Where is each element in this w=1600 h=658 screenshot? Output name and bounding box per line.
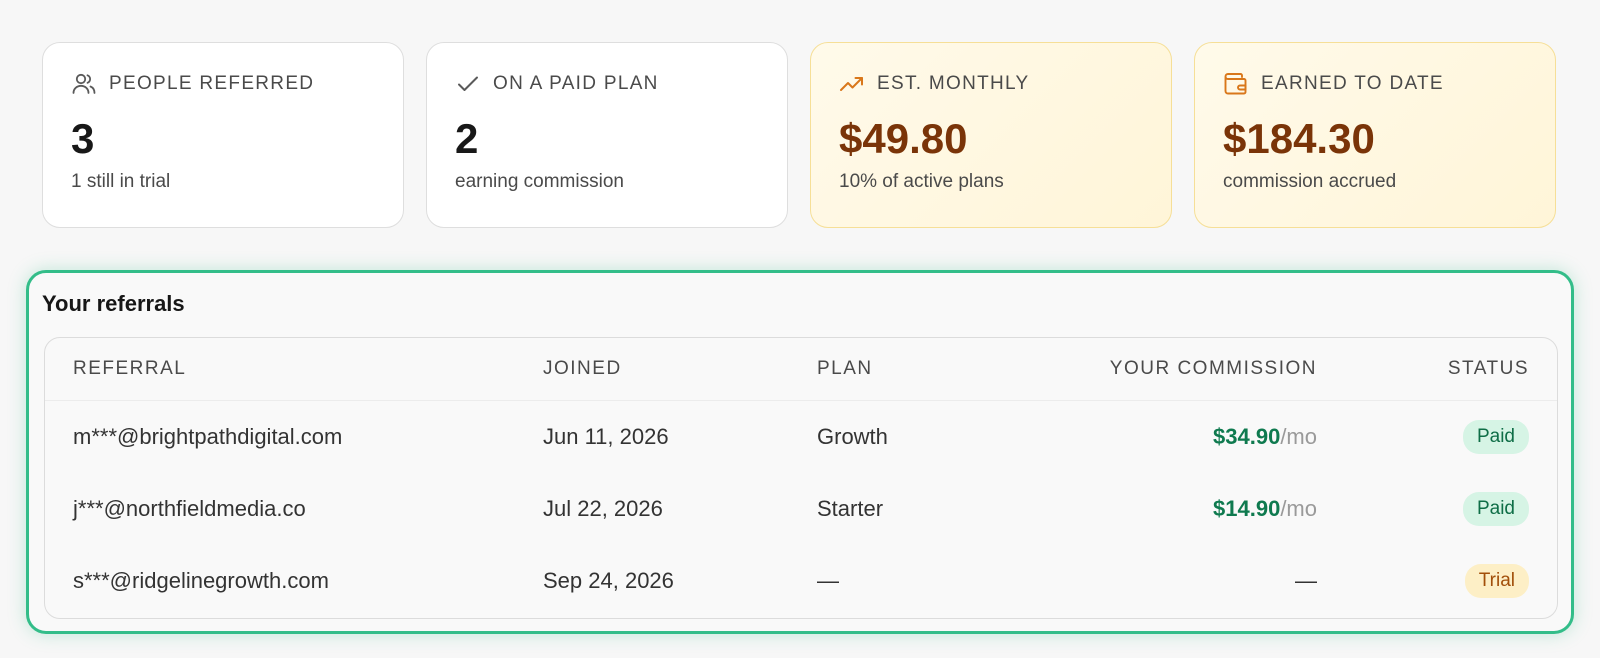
stat-card-people-referred: PEOPLE REFERRED 3 1 still in trial bbox=[42, 42, 404, 228]
joined-date: Jun 11, 2026 bbox=[543, 424, 669, 449]
stat-label: PEOPLE REFERRED bbox=[109, 73, 315, 94]
joined-date: Sep 24, 2026 bbox=[543, 568, 674, 593]
stat-value: $184.30 bbox=[1223, 115, 1375, 162]
plan-name: Growth bbox=[817, 424, 888, 449]
referrals-table: REFERRAL JOINED PLAN YOUR COMMISSION STA… bbox=[45, 338, 1557, 617]
stat-subtext: commission accrued bbox=[1223, 171, 1397, 192]
referrals-title: Your referrals bbox=[42, 291, 185, 316]
commission-cell: $34.90/mo bbox=[1017, 401, 1317, 474]
commission-amount: $34.90 bbox=[1213, 424, 1281, 449]
status-cell: Trial bbox=[1317, 545, 1557, 617]
plan-name: — bbox=[817, 568, 839, 593]
column-header-commission: YOUR COMMISSION bbox=[1017, 338, 1317, 401]
joined-date: Jul 22, 2026 bbox=[543, 496, 663, 521]
commission-cell: $14.90/mo bbox=[1017, 473, 1317, 545]
stat-subtext: 10% of active plans bbox=[839, 171, 1004, 192]
stat-subtext: 1 still in trial bbox=[71, 171, 171, 192]
table-header-row: REFERRAL JOINED PLAN YOUR COMMISSION STA… bbox=[45, 338, 1557, 401]
stat-card-paid-plan: ON A PAID PLAN 2 earning commission bbox=[426, 42, 788, 228]
commission-period: /mo bbox=[1280, 424, 1317, 449]
referral-email: j***@northfieldmedia.co bbox=[73, 496, 306, 521]
referral-email: s***@ridgelinegrowth.com bbox=[73, 568, 329, 593]
stat-card-earned-to-date: EARNED TO DATE $184.30 commission accrue… bbox=[1194, 42, 1556, 228]
trending-up-icon bbox=[839, 71, 865, 97]
column-header-plan: PLAN bbox=[817, 338, 1017, 401]
stat-value: $49.80 bbox=[839, 115, 968, 162]
plan-name: Starter bbox=[817, 496, 884, 521]
stat-label: EST. MONTHLY bbox=[877, 73, 1030, 94]
commission-amount: — bbox=[1295, 568, 1317, 593]
status-cell: Paid bbox=[1317, 401, 1557, 474]
stat-label: ON A PAID PLAN bbox=[493, 73, 659, 94]
commission-amount: $14.90 bbox=[1213, 496, 1281, 521]
wallet-icon bbox=[1223, 71, 1249, 97]
referrals-panel: Your referrals REFERRAL JOINED PLAN YOUR… bbox=[26, 270, 1574, 634]
column-header-referral: REFERRAL bbox=[45, 338, 543, 401]
column-header-joined: JOINED bbox=[543, 338, 817, 401]
referral-email: m***@brightpathdigital.com bbox=[73, 424, 343, 449]
table-row: j***@northfieldmedia.co Jul 22, 2026 Sta… bbox=[45, 473, 1557, 545]
stat-subtext: earning commission bbox=[455, 171, 624, 192]
stat-label: EARNED TO DATE bbox=[1261, 73, 1444, 94]
people-icon bbox=[71, 71, 97, 97]
status-badge: Paid bbox=[1462, 420, 1529, 454]
table-row: m***@brightpathdigital.com Jun 11, 2026 … bbox=[45, 401, 1557, 474]
stat-card-est-monthly: EST. MONTHLY $49.80 10% of active plans bbox=[810, 42, 1172, 228]
status-badge: Trial bbox=[1464, 564, 1529, 598]
column-header-status: STATUS bbox=[1317, 338, 1557, 401]
commission-period: /mo bbox=[1280, 496, 1317, 521]
check-icon bbox=[455, 71, 481, 97]
table-row: s***@ridgelinegrowth.com Sep 24, 2026 — … bbox=[45, 545, 1557, 617]
commission-cell: — bbox=[1017, 545, 1317, 617]
referrals-table-container: REFERRAL JOINED PLAN YOUR COMMISSION STA… bbox=[44, 337, 1558, 619]
stats-row: PEOPLE REFERRED 3 1 still in trial ON A … bbox=[42, 42, 1556, 228]
status-badge: Paid bbox=[1462, 492, 1529, 526]
stat-value: 2 bbox=[455, 115, 479, 162]
status-cell: Paid bbox=[1317, 473, 1557, 545]
stat-value: 3 bbox=[71, 115, 95, 162]
